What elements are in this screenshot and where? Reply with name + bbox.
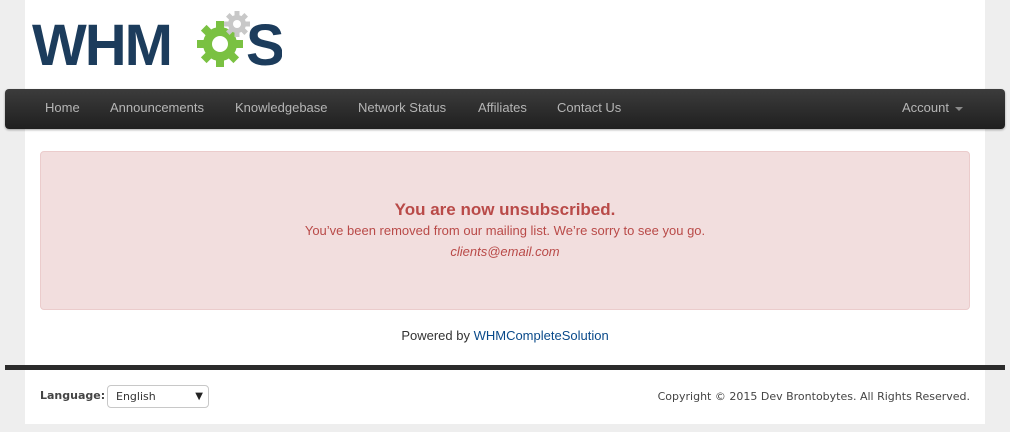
- language-label: Language:: [40, 389, 106, 402]
- gear-icon: [197, 11, 250, 67]
- nav-home[interactable]: Home: [45, 89, 80, 129]
- nav-affiliates[interactable]: Affiliates: [478, 89, 527, 129]
- dropdown-arrow-icon: ▼: [195, 391, 203, 402]
- powered-by-link[interactable]: WHMCompleteSolution: [474, 328, 609, 343]
- footer-divider: [5, 365, 1005, 370]
- alert-email: clients@email.com: [450, 244, 560, 259]
- main-navbar: Home Announcements Knowledgebase Network…: [5, 89, 1005, 129]
- nav-knowledgebase[interactable]: Knowledgebase: [235, 89, 328, 129]
- alert-title: You are now unsubscribed.: [394, 200, 616, 219]
- language-select[interactable]: English ▼: [107, 385, 209, 408]
- nav-account-label: Account: [902, 100, 949, 115]
- copyright-text: Copyright © 2015 Dev Brontobytes. All Ri…: [657, 390, 970, 403]
- svg-text:S: S: [246, 13, 282, 68]
- whmcs-logo[interactable]: WHM S: [32, 10, 282, 68]
- unsubscribe-alert: You are now unsubscribed. You’ve been re…: [40, 151, 970, 310]
- nav-announcements[interactable]: Announcements: [110, 89, 204, 129]
- powered-by-text: Powered by: [401, 328, 474, 343]
- powered-by: Powered by WHMCompleteSolution: [25, 328, 985, 343]
- svg-text:WHM: WHM: [32, 13, 171, 68]
- caret-down-icon: [954, 106, 963, 111]
- language-select-value: English: [116, 390, 156, 403]
- nav-account-dropdown[interactable]: Account: [902, 89, 963, 129]
- nav-contact-us[interactable]: Contact Us: [557, 89, 621, 129]
- nav-network-status[interactable]: Network Status: [358, 89, 446, 129]
- alert-message: You’ve been removed from our mailing lis…: [304, 223, 706, 238]
